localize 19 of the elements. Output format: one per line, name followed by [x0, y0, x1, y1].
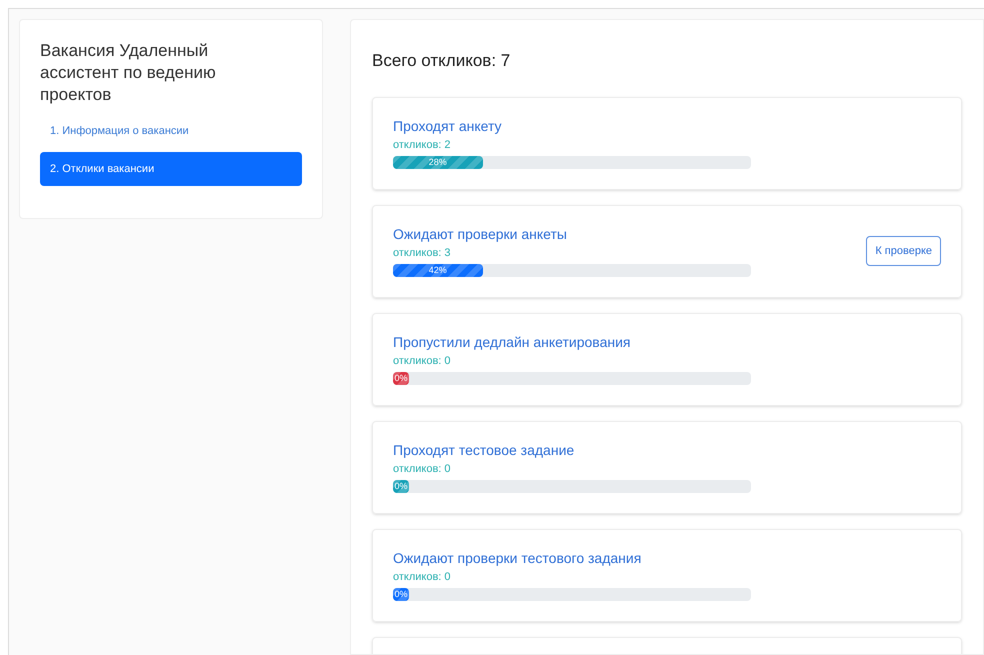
nav-item[interactable]: 2. Отклики вакансии — [40, 152, 302, 186]
progress-fill: 0% — [393, 372, 409, 385]
stage-title[interactable]: Ожидают проверки тестового задания — [393, 549, 941, 568]
stage-title[interactable]: Пропустили дедлайн анкетирования — [393, 333, 941, 352]
stage-title[interactable]: Ожидают проверки анкеты — [393, 225, 866, 244]
response-count: откликов: 3 — [393, 246, 452, 262]
progress-fill: 0% — [393, 480, 409, 493]
progress-fill: 28% — [393, 156, 482, 169]
response-count: откликов: 2 — [393, 138, 452, 154]
total-responses: Всего откликов: 7 — [372, 50, 512, 72]
progress-fill: 42% — [393, 264, 482, 277]
progress-fill: 0% — [393, 588, 409, 601]
vacancy-title: Вакансия Удаленный ассистент по ведению проектов — [40, 40, 217, 106]
response-count: откликов: 0 — [393, 462, 452, 478]
stage-title[interactable]: Проходят анкету — [393, 117, 941, 136]
response-count: откликов: 0 — [393, 354, 452, 370]
stage-title[interactable]: Проходят тестовое задание — [393, 441, 941, 460]
response-count: откликов: 0 — [393, 570, 452, 586]
review-button[interactable]: К проверке — [866, 236, 941, 266]
